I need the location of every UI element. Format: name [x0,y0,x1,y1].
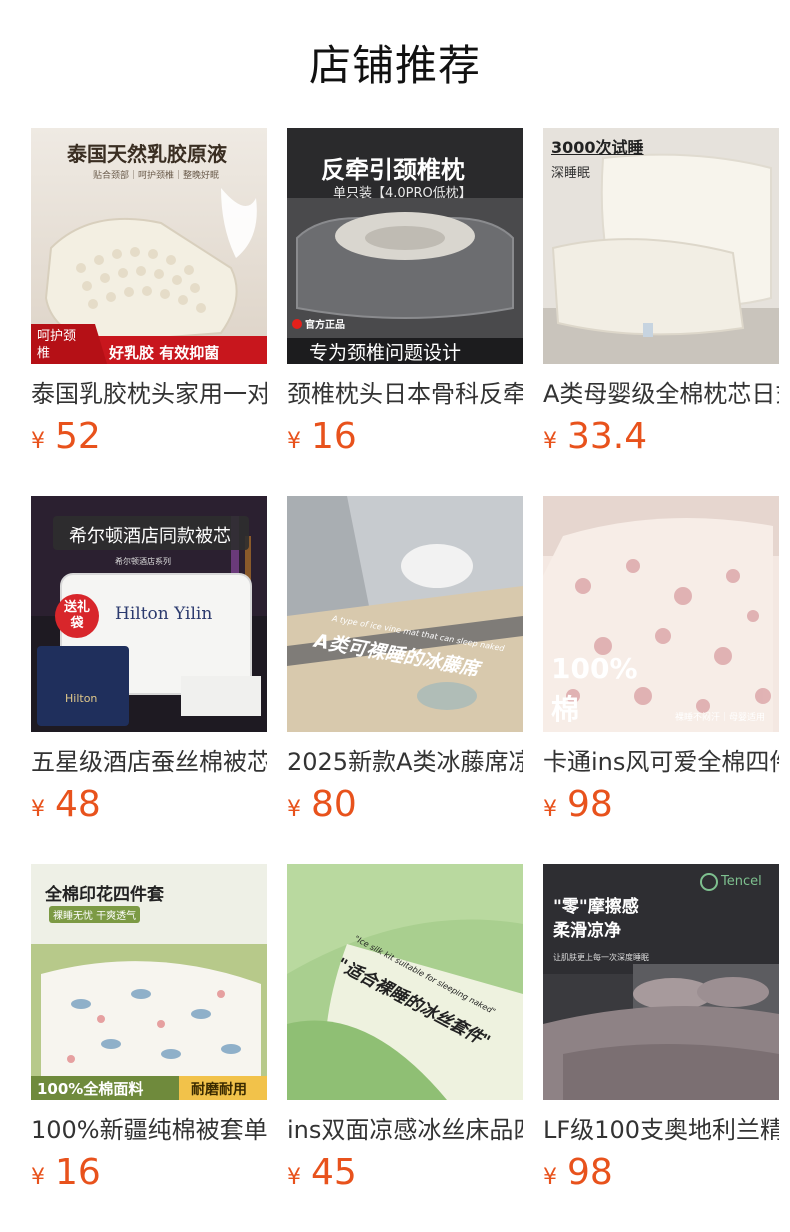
image-tag: 呵护颈椎 [37,329,77,361]
currency-symbol: ¥ [31,1165,45,1190]
image-note: 裸睡不闷汗｜母婴适用 [675,713,766,723]
image-headline-2: 柔滑凉净 [553,921,621,941]
product-image[interactable]: "零"摩擦感 柔滑凉净 让肌肤更上每一次深度睡眠 Tencel [543,864,779,1100]
product-title[interactable]: 泰国乳胶枕头家用一对 [31,376,267,412]
currency-symbol: ¥ [543,1165,557,1190]
product-card[interactable]: 3000次试睡 深睡眠 A类母婴级全棉枕芯日式 ¥33.4 [543,128,779,496]
image-subtext: 深睡眠 [551,166,591,181]
image-subtext: 希尔顿酒店系列 [115,557,171,566]
image-bottom-right: 耐磨耐用 [191,1082,247,1098]
price-amount: 98 [567,784,613,825]
rattan-mat-image [287,496,523,732]
product-title[interactable]: 颈椎枕头日本骨科反牵引 [287,376,523,412]
currency-symbol: ¥ [543,429,557,454]
image-big-text-2: 棉 [551,693,580,726]
brand-label: Tencel [721,874,762,889]
product-title[interactable]: 100%新疆纯棉被套单件 [31,1112,267,1148]
product-card[interactable]: 希尔顿酒店同款被芯 希尔顿酒店系列 Hilton Yilin 送礼袋 Hilto… [31,496,267,864]
page-title: 店铺推荐 [308,41,481,90]
product-price: ¥45 [287,1152,357,1196]
product-price: ¥98 [543,1152,613,1196]
product-image[interactable]: 希尔顿酒店同款被芯 希尔顿酒店系列 Hilton Yilin 送礼袋 Hilto… [31,496,267,732]
product-image[interactable]: 泰国天然乳胶原液 贴合颈部｜呵护颈椎｜整晚好眠 呵护颈椎 好乳胶 有效抑菌 [31,128,267,364]
product-title[interactable]: 2025新款A类冰藤席凉席 [287,744,523,780]
image-bottom-left: 100%全棉面料 [37,1080,144,1098]
gift-badge: 送礼袋 [63,600,90,631]
product-price: ¥80 [287,784,357,828]
product-title[interactable]: 五星级酒店蚕丝棉被芯 [31,744,267,780]
product-card[interactable]: 泰国天然乳胶原液 贴合颈部｜呵护颈椎｜整晚好眠 呵护颈椎 好乳胶 有效抑菌 泰国… [31,128,267,496]
price-amount: 16 [311,416,357,457]
currency-symbol: ¥ [287,797,301,822]
product-price: ¥98 [543,784,613,828]
image-subtext: 让肌肤更上每一次深度睡眠 [553,953,649,962]
product-price: ¥48 [31,784,101,828]
product-card[interactable]: 100% 棉 裸睡不闷汗｜母婴适用 卡通ins风可爱全棉四件套 ¥98 [543,496,779,864]
image-big-text: 100% [551,652,638,685]
image-headline: 全棉印花四件套 [45,885,164,905]
product-card[interactable]: A type of ice vine mat that can sleep na… [287,496,523,864]
price-amount: 80 [311,784,357,825]
product-image[interactable]: 全棉印花四件套 裸睡无忧 干爽透气 100%全棉面料 耐磨耐用 [31,864,267,1100]
currency-symbol: ¥ [31,429,45,454]
official-badge: 官方正品 [305,320,345,331]
product-grid: 泰国天然乳胶原液 贴合颈部｜呵护颈椎｜整晚好眠 呵护颈椎 好乳胶 有效抑菌 泰国… [31,128,779,1232]
product-card[interactable]: 反牵引颈椎枕 单只装【4.0PRO低枕】 官方正品 专为颈椎问题设计 颈椎枕头日… [287,128,523,496]
currency-symbol: ¥ [287,429,301,454]
image-subtext: 贴合颈部｜呵护颈椎｜整晚好眠 [93,171,220,181]
product-image[interactable]: 3000次试睡 深睡眠 [543,128,779,364]
price-amount: 98 [567,1152,613,1193]
image-subtext: 单只装【4.0PRO低枕】 [333,186,472,201]
currency-symbol: ¥ [31,797,45,822]
image-headline: 3000次试睡 [551,138,644,157]
product-title[interactable]: LF级100支奥地利兰精天丝 [543,1112,779,1148]
price-amount: 52 [55,416,101,457]
product-card[interactable]: "零"摩擦感 柔滑凉净 让肌肤更上每一次深度睡眠 Tencel LF级100支奥… [543,864,779,1232]
product-image[interactable]: "Ice silk kit suitable for sleeping nake… [287,864,523,1100]
image-bottom-text: 专为颈椎问题设计 [309,342,462,364]
currency-symbol: ¥ [287,1165,301,1190]
price-amount: 45 [311,1152,357,1193]
product-image[interactable]: 100% 棉 裸睡不闷汗｜母婴适用 [543,496,779,732]
product-image[interactable]: 反牵引颈椎枕 单只装【4.0PRO低枕】 官方正品 专为颈椎问题设计 [287,128,523,364]
product-card[interactable]: 全棉印花四件套 裸睡无忧 干爽透气 100%全棉面料 耐磨耐用 100%新疆纯棉… [31,864,267,1232]
price-amount: 33.4 [567,416,648,457]
image-headline: 希尔顿酒店同款被芯 [69,526,231,547]
image-subtext: 裸睡无忧 干爽透气 [49,906,141,923]
product-title[interactable]: ins双面凉感冰丝床品四件套 [287,1112,523,1148]
currency-symbol: ¥ [543,797,557,822]
price-amount: 48 [55,784,101,825]
product-card[interactable]: "Ice silk kit suitable for sleeping nake… [287,864,523,1232]
image-headline: 泰国天然乳胶原液 [67,142,227,166]
product-price: ¥33.4 [543,416,647,460]
product-image[interactable]: A type of ice vine mat that can sleep na… [287,496,523,732]
product-price: ¥16 [287,416,357,460]
image-tag: 好乳胶 有效抑菌 [109,344,220,362]
bag-label: Hilton [65,692,98,705]
product-title[interactable]: 卡通ins风可爱全棉四件套 [543,744,779,780]
image-headline: 反牵引颈椎枕 [321,156,465,184]
product-title[interactable]: A类母婴级全棉枕芯日式 [543,376,779,412]
price-amount: 16 [55,1152,101,1193]
brand-label: Hilton Yilin [115,604,213,624]
image-headline: "零"摩擦感 [553,897,639,917]
product-price: ¥52 [31,416,101,460]
product-price: ¥16 [31,1152,101,1196]
